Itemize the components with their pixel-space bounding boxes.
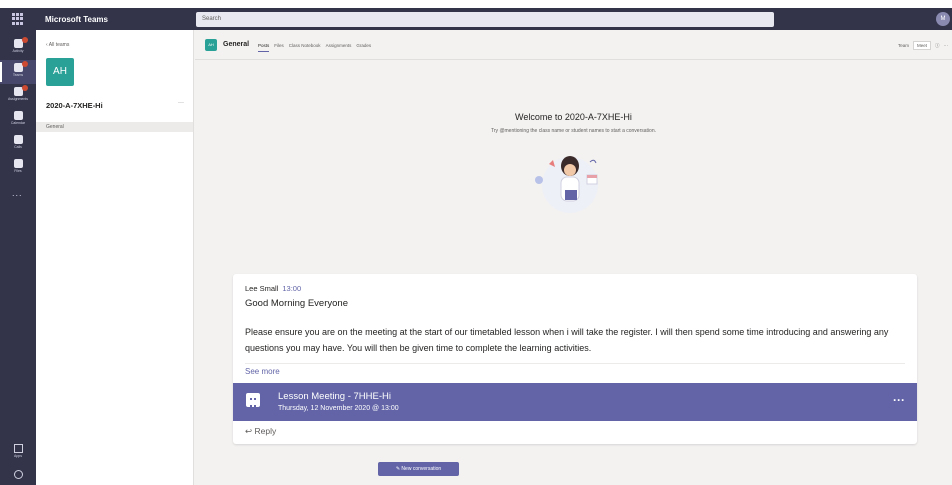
post-time: 13:00 (282, 284, 302, 293)
new-conversation-button[interactable]: ✎ New conversation (378, 462, 459, 476)
meet-button[interactable]: Meet (912, 41, 931, 50)
channel-item-general[interactable]: General (36, 122, 193, 132)
rail-item-files[interactable]: Files (0, 156, 36, 180)
title-bar: Microsoft Teams Search M (0, 8, 952, 30)
rail-item-teams[interactable]: Teams (0, 60, 36, 84)
tab-posts[interactable]: Posts (258, 43, 270, 52)
channel-tabs: Posts Files Class Notebook Assignments G… (258, 43, 371, 52)
more-options-icon[interactable]: ··· (944, 43, 949, 48)
reply-label: Reply (254, 426, 277, 436)
team-panel: ‹ All teams AH 2020-A-7XHE-Hi ··· Genera… (36, 30, 194, 485)
files-icon (13, 159, 23, 168)
info-icon[interactable]: ⓘ (935, 43, 940, 49)
meeting-date: Thursday, 12 November 2020 @ 13:00 (278, 405, 399, 412)
post-body: Please ensure you are on the meeting at … (245, 327, 889, 353)
team-avatar: AH (46, 58, 74, 86)
rail-label: Files (14, 169, 22, 173)
avatar[interactable]: M (936, 12, 950, 26)
app-title: Microsoft Teams (45, 15, 108, 24)
rail-label: Calls (14, 145, 22, 149)
tab-class-notebook[interactable]: Class Notebook (289, 43, 321, 52)
new-conversation-label: New conversation (401, 466, 442, 472)
meeting-card[interactable]: Lesson Meeting - 7HHE-Hi Thursday, 12 No… (233, 383, 917, 421)
rail-item-calls[interactable]: Calls (0, 132, 36, 156)
help-button[interactable] (0, 470, 36, 479)
channel-icon: AH (205, 39, 217, 51)
calendar-icon (13, 111, 23, 120)
team-more-button[interactable]: ··· (178, 100, 184, 106)
calendar-icon (246, 393, 260, 407)
tab-files[interactable]: Files (274, 43, 284, 52)
divider (245, 363, 905, 364)
notification-badge (22, 85, 28, 91)
rail-item-calendar[interactable]: Calendar (0, 108, 36, 132)
tab-assignments[interactable]: Assignments (326, 43, 352, 52)
rail-label: Calendar (10, 121, 26, 125)
welcome-title: Welcome to 2020-A-7XHE-Hi (515, 112, 632, 122)
all-teams-link[interactable]: ‹ All teams (46, 42, 69, 48)
meeting-more-button[interactable]: ··· (893, 393, 905, 407)
see-more-link[interactable]: See more (245, 367, 280, 376)
welcome-subtitle: Try @mentioning the class name or studen… (491, 128, 656, 134)
more-apps-button[interactable]: ... (12, 188, 23, 198)
tab-grades[interactable]: Grades (356, 43, 371, 52)
rail-label: Teams (12, 73, 24, 77)
search-input[interactable]: Search (196, 12, 774, 27)
help-icon (13, 470, 23, 479)
post-author-line: Lee Small 13:00 (245, 284, 301, 293)
rail-item-apps[interactable]: Apps (0, 444, 36, 458)
reply-button[interactable]: ↩ Reply (245, 426, 276, 437)
all-teams-label: All teams (48, 42, 70, 48)
team-button[interactable]: Team (898, 43, 909, 48)
post-author[interactable]: Lee Small (245, 284, 278, 293)
app-launcher-icon[interactable] (12, 13, 24, 25)
rail-item-activity[interactable]: Activity (0, 36, 36, 60)
notification-badge (22, 37, 28, 43)
window-top-edge (0, 0, 952, 8)
notification-badge (22, 61, 28, 67)
rail-item-assignments[interactable]: Assignments (0, 84, 36, 108)
channel-header: AH General Posts Files Class Notebook As… (195, 30, 952, 60)
apps-icon (13, 444, 23, 453)
team-name: 2020-A-7XHE-Hi (46, 101, 103, 110)
phone-icon (13, 135, 23, 144)
rail-label: Assignments (7, 97, 29, 101)
rail-label: Activity (12, 49, 24, 53)
welcome-illustration (535, 156, 598, 213)
header-actions: Team Meet ⓘ ··· (898, 41, 948, 50)
post-greeting: Good Morning Everyone (245, 298, 348, 309)
channel-name: General (223, 41, 250, 48)
app-rail: Activity Teams Assignments Calendar Call… (0, 30, 36, 485)
rail-label: Apps (14, 454, 22, 458)
conversation-post: Lee Small 13:00 Good Morning Everyone Ple… (233, 274, 917, 444)
meeting-title: Lesson Meeting - 7HHE-Hi (278, 391, 391, 402)
